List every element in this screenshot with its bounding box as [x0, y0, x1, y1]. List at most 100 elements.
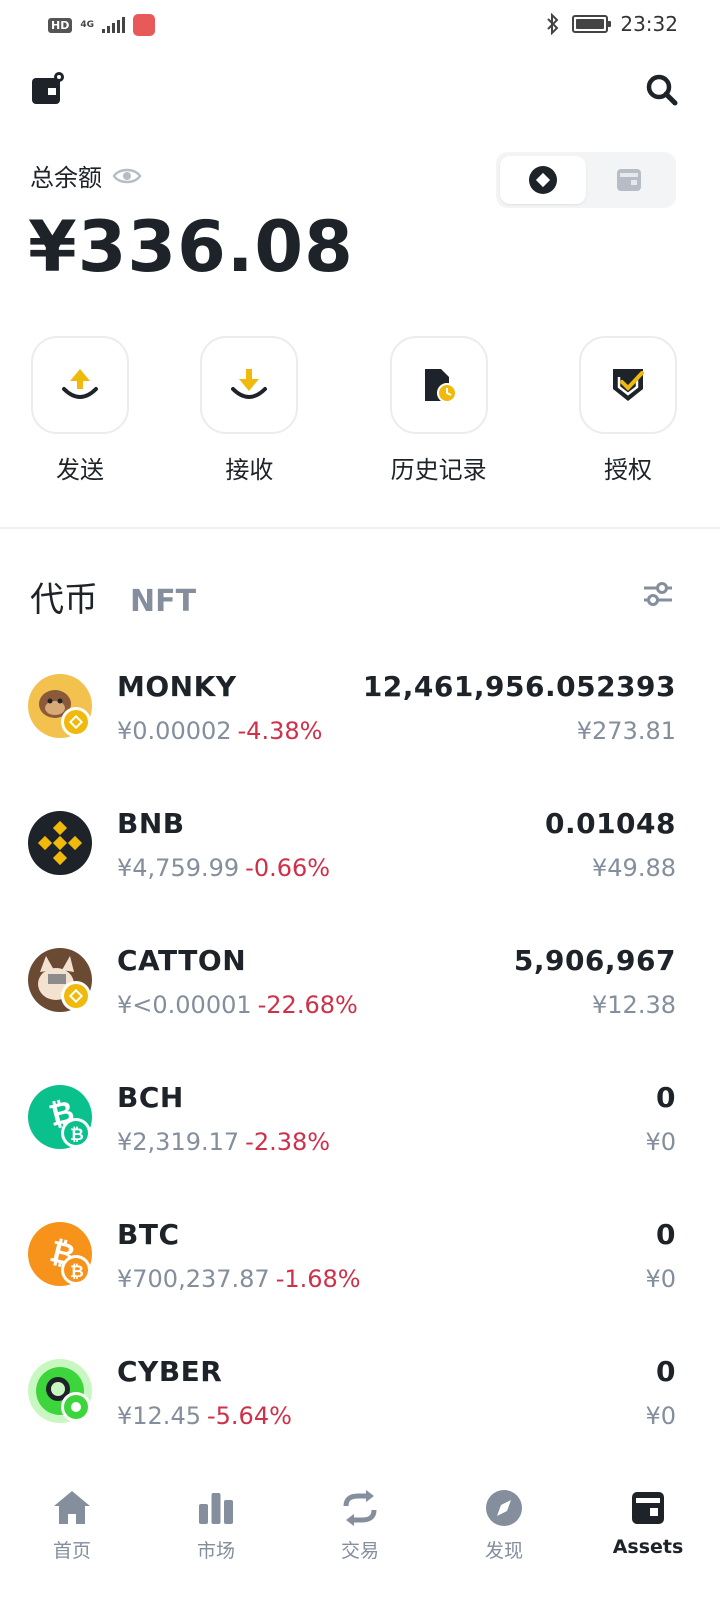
token-row-bch[interactable]: ₿ ₿ BCH ¥2,319.17 -2.38% 0 ¥0: [0, 1051, 720, 1188]
token-row-cyber[interactable]: CYBER ¥12.45 -5.64% 0 ¥0: [0, 1325, 720, 1462]
authorize-action[interactable]: 授权: [578, 336, 678, 485]
nav-trade[interactable]: 交易: [288, 1470, 432, 1600]
hd-badge: HD: [48, 17, 73, 33]
bnb-coin-icon: [28, 811, 92, 875]
section-divider: [0, 527, 720, 529]
send-action[interactable]: 发送: [30, 336, 130, 485]
token-change: -1.68%: [275, 1265, 361, 1293]
token-symbol: MONKY: [117, 670, 237, 703]
coin-mode-icon: [529, 166, 557, 194]
receive-label: 接收: [225, 456, 274, 484]
token-amount: 0.01048: [544, 807, 676, 840]
status-right: 23:32: [546, 12, 678, 36]
token-value: ¥12.38: [592, 991, 676, 1019]
token-price: ¥<0.00001: [117, 991, 252, 1019]
nav-label: 发现: [484, 1540, 523, 1562]
status-time: 23:32: [620, 12, 678, 36]
nav-label: 市场: [196, 1540, 235, 1562]
receive-icon: [231, 369, 268, 399]
nav-discover[interactable]: 发现: [432, 1470, 576, 1600]
quick-actions: 发送 接收 历史记录 授权: [30, 336, 678, 485]
receive-action[interactable]: 接收: [199, 336, 299, 485]
token-price-row: ¥700,237.87 -1.68%: [117, 1265, 361, 1293]
wallet-settings-icon[interactable]: [30, 70, 66, 106]
nav-label: Assets: [612, 1536, 684, 1558]
token-price-row: ¥12.45 -5.64%: [117, 1402, 292, 1430]
nav-home[interactable]: 首页: [0, 1470, 144, 1600]
search-icon[interactable]: [644, 72, 680, 108]
send-button[interactable]: [31, 336, 129, 434]
token-symbol: BCH: [117, 1081, 184, 1114]
token-price-row: ¥0.00002 -4.38%: [117, 717, 322, 745]
token-row-bnb[interactable]: BNB ¥4,759.99 -0.66% 0.01048 ¥49.88: [0, 777, 720, 914]
btc-coin-icon: ₿ ₿: [28, 1222, 92, 1286]
home-icon: [54, 1491, 90, 1524]
token-list: MONKY ¥0.00002 -4.38% 12,461,956.052393 ¥…: [0, 640, 720, 1462]
tab-nft[interactable]: NFT: [130, 584, 196, 619]
token-amount: 5,906,967: [513, 944, 676, 977]
battery-icon: [572, 15, 612, 33]
receive-button[interactable]: [200, 336, 299, 434]
token-price: ¥4,759.99: [117, 854, 240, 882]
token-value: ¥0: [645, 1402, 676, 1430]
token-price: ¥12.45: [117, 1402, 201, 1430]
token-amount: 0: [656, 1355, 676, 1388]
nav-label: 交易: [340, 1540, 379, 1562]
token-symbol: BNB: [117, 807, 185, 840]
token-value: ¥49.88: [592, 854, 676, 882]
mode-coin-button[interactable]: [500, 156, 586, 204]
filter-icon[interactable]: [642, 578, 674, 610]
catton-coin-icon: [28, 948, 92, 1012]
status-bar: HD 4G 23:32: [0, 0, 720, 50]
token-price-row: ¥2,319.17 -2.38%: [117, 1128, 330, 1156]
total-balance: ¥336.08: [28, 206, 354, 288]
authorize-label: 授权: [603, 456, 652, 484]
token-value: ¥273.81: [576, 717, 676, 745]
monky-coin-icon: [28, 674, 92, 738]
token-change: -22.68%: [257, 991, 358, 1019]
app-notification-icon: [133, 14, 155, 36]
balance-label: 总余额: [30, 164, 102, 192]
authorize-button[interactable]: [578, 336, 677, 434]
market-icon: [199, 1493, 233, 1524]
svg-text:₿: ₿: [70, 1125, 84, 1145]
discover-icon: [486, 1490, 522, 1526]
nav-assets[interactable]: Assets: [576, 1470, 720, 1600]
send-icon: [62, 369, 98, 399]
token-amount: 0: [656, 1081, 676, 1114]
token-price: ¥0.00002: [117, 717, 232, 745]
token-price-row: ¥4,759.99 -0.66%: [117, 854, 330, 882]
token-price: ¥700,237.87: [117, 1265, 270, 1293]
eye-icon[interactable]: [112, 166, 142, 186]
history-button[interactable]: [389, 336, 488, 434]
bch-coin-icon: ₿ ₿: [28, 1085, 92, 1149]
wallet-mode-icon: [617, 169, 641, 191]
token-change: -5.64%: [206, 1402, 292, 1430]
token-row-btc[interactable]: ₿ ₿ BTC ¥700,237.87 -1.68% 0 ¥0: [0, 1188, 720, 1325]
token-row-catton[interactable]: CATTON ¥<0.00001 -22.68% 5,906,967 ¥12.38: [0, 914, 720, 1051]
wallet-mode-switcher: [496, 152, 676, 208]
token-amount: 0: [656, 1218, 676, 1251]
token-change: -0.66%: [245, 854, 331, 882]
bottom-nav: 首页 市场 交易 发现 Assets: [0, 1470, 720, 1600]
token-symbol: BTC: [117, 1218, 180, 1251]
token-price-row: ¥<0.00001 -22.68%: [117, 991, 358, 1019]
token-symbol: CATTON: [117, 944, 247, 977]
send-label: 发送: [56, 456, 104, 484]
token-price: ¥2,319.17: [117, 1128, 240, 1156]
nav-market[interactable]: 市场: [144, 1470, 288, 1600]
token-symbol: CYBER: [117, 1355, 223, 1388]
mode-wallet-button[interactable]: [586, 156, 672, 204]
tab-tokens[interactable]: 代币: [30, 572, 98, 621]
svg-text:₿: ₿: [70, 1262, 84, 1282]
balance-label-row: 总余额: [30, 158, 142, 193]
token-change: -2.38%: [245, 1128, 331, 1156]
token-row-monky[interactable]: MONKY ¥0.00002 -4.38% 12,461,956.052393 ¥…: [0, 640, 720, 777]
token-change: -4.38%: [237, 717, 323, 745]
history-action[interactable]: 历史记录: [369, 336, 509, 485]
assets-icon: [632, 1492, 664, 1524]
history-icon: [424, 369, 457, 403]
cyber-coin-icon: [28, 1359, 92, 1423]
nav-label: 首页: [52, 1540, 91, 1562]
asset-tabs: 代币 NFT: [30, 572, 196, 621]
